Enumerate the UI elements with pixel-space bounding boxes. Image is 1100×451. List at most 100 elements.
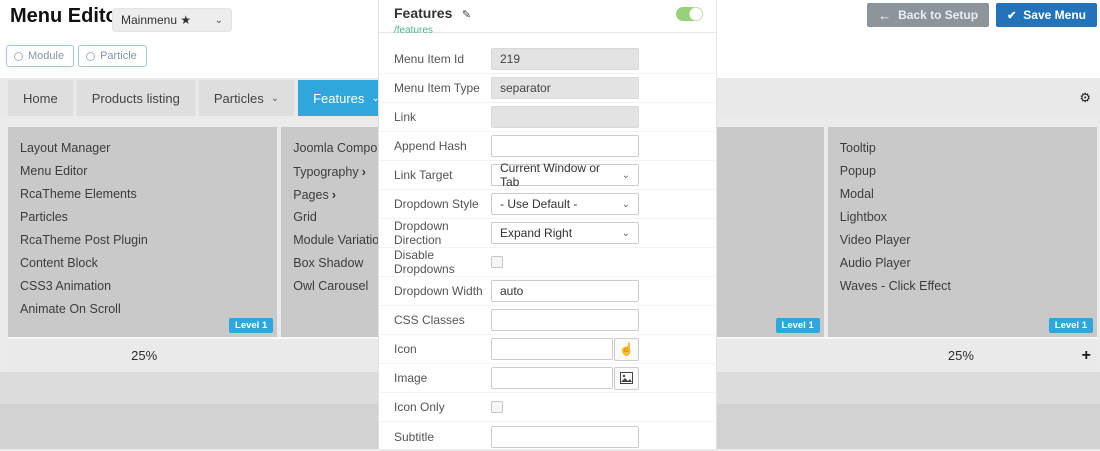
level-badge: Level 1	[1049, 318, 1093, 333]
save-menu-button[interactable]: ✔ Save Menu	[996, 3, 1097, 27]
select-value: - Use Default -	[500, 197, 577, 211]
particle-icon	[86, 52, 95, 61]
field-control	[491, 77, 639, 99]
field-control: - Use Default -⌄	[491, 193, 639, 215]
chevron-down-icon: ⌄	[271, 93, 279, 104]
field-label: Menu Item Id	[394, 52, 491, 66]
menu-item-video-player[interactable]: Video Player	[840, 229, 1085, 252]
dropdown-width-input[interactable]	[491, 280, 639, 302]
menu-item-layout-manager[interactable]: Layout Manager	[20, 137, 265, 160]
field-row-css-classes: CSS Classes	[379, 306, 716, 335]
field-row-dropdown-width: Dropdown Width	[379, 277, 716, 306]
column-width-cell-4[interactable]: 25%	[825, 339, 1097, 372]
chevron-down-icon: ⌄	[622, 228, 630, 239]
menu-item-css3-animation[interactable]: CSS3 Animation	[20, 275, 265, 298]
menu-item-label: Content Block	[20, 256, 98, 270]
settings-form: Menu Item IdMenu Item TypeLinkAppend Has…	[379, 45, 716, 451]
field-control: Current Window or Tab⌄	[491, 164, 639, 186]
field-control	[491, 106, 639, 128]
field-row-menu-item-id: Menu Item Id	[379, 45, 716, 74]
menu-column-1: Layout Manager Menu Editor RcaTheme Elemen…	[8, 127, 277, 337]
menu-item-waves-click-effect[interactable]: Waves - Click Effect	[840, 275, 1085, 298]
field-row-link: Link	[379, 103, 716, 132]
select-value: Current Window or Tab	[500, 161, 622, 189]
particle-drag-button[interactable]: Particle	[78, 45, 147, 67]
menu-item-label: Animate On Scroll	[20, 302, 121, 316]
tab-label: Features	[313, 91, 364, 106]
tab-home[interactable]: Home	[8, 80, 73, 116]
menu-item-label: Box Shadow	[293, 256, 363, 270]
field-row-icon: Icon☝	[379, 335, 716, 364]
menu-item-label: Owl Carousel	[293, 279, 368, 293]
enabled-toggle[interactable]	[676, 7, 703, 21]
particle-drag-label: Particle	[100, 50, 137, 62]
drag-button-group: Module Particle	[6, 45, 147, 67]
menu-item-menu-editor[interactable]: Menu Editor	[20, 160, 265, 183]
field-row-image: Image	[379, 364, 716, 393]
back-to-setup-label: Back to Setup	[898, 8, 978, 22]
link-target-select[interactable]: Current Window or Tab⌄	[491, 164, 639, 186]
panel-header: Features ✎ /features	[379, 0, 716, 33]
css-classes-input[interactable]	[491, 309, 639, 331]
menu-item-modal[interactable]: Modal	[840, 183, 1085, 206]
image-icon	[620, 372, 633, 384]
image-picker-button[interactable]	[614, 367, 639, 390]
level-badge: Level 1	[229, 318, 273, 333]
menu-item-particles[interactable]: Particles	[20, 206, 265, 229]
menu-item-audio-player[interactable]: Audio Player	[840, 252, 1085, 275]
menu-item-label: Video Player	[840, 233, 911, 247]
disable-dropdowns-checkbox[interactable]	[491, 256, 503, 268]
field-label: Dropdown Width	[394, 284, 491, 298]
menu-item-label: Typography	[293, 165, 358, 179]
back-to-setup-button[interactable]: ← Back to Setup	[867, 3, 989, 27]
tab-label: Home	[23, 91, 58, 106]
field-control	[491, 426, 639, 448]
chevron-right-icon: ›	[332, 187, 336, 202]
field-label: Disable Dropdowns	[394, 248, 491, 276]
menu-item-rcatheme-post-plugin[interactable]: RcaTheme Post Plugin	[20, 229, 265, 252]
field-label: Icon Only	[394, 400, 491, 414]
menu-item-label: RcaTheme Post Plugin	[20, 233, 148, 247]
header-actions: ← Back to Setup ✔ Save Menu	[867, 3, 1097, 27]
arrow-left-icon: ←	[878, 8, 891, 23]
field-label: Dropdown Style	[394, 197, 491, 211]
field-row-dropdown-style: Dropdown Style- Use Default -⌄	[379, 190, 716, 219]
tab-products-listing[interactable]: Products listing	[77, 80, 195, 116]
field-row-subtitle: Subtitle	[379, 422, 716, 451]
menu-item-label: CSS3 Animation	[20, 279, 111, 293]
icon-only-checkbox[interactable]	[491, 401, 503, 413]
subtitle-input[interactable]	[491, 426, 639, 448]
append-hash-input[interactable]	[491, 135, 639, 157]
field-label: Append Hash	[394, 139, 491, 153]
pencil-icon[interactable]: ✎	[462, 9, 471, 21]
column-width-cell-1[interactable]: 25%	[8, 339, 280, 372]
menu-item-label: Menu Editor	[20, 164, 87, 178]
field-label: Link Target	[394, 168, 491, 182]
dropdown-style-select[interactable]: - Use Default -⌄	[491, 193, 639, 215]
field-label: Link	[394, 110, 491, 124]
image-input[interactable]	[491, 367, 613, 389]
dropdown-direction-select[interactable]: Expand Right⌄	[491, 222, 639, 244]
icon-picker-button[interactable]: ☝	[614, 338, 639, 361]
tab-particles[interactable]: Particles⌄	[199, 80, 294, 116]
menu-item-settings-panel: Features ✎ /features Menu Item IdMenu It…	[378, 0, 717, 449]
field-control	[491, 367, 639, 390]
menu-selector-dropdown[interactable]: Mainmenu ★ ⌄	[112, 8, 232, 32]
menu-item-label: Audio Player	[840, 256, 911, 270]
add-column-button[interactable]: +	[1082, 347, 1091, 365]
menu-item-lightbox[interactable]: Lightbox	[840, 206, 1085, 229]
field-label: Image	[394, 371, 491, 385]
save-menu-label: Save Menu	[1023, 8, 1086, 22]
icon-input[interactable]	[491, 338, 613, 360]
gear-icon[interactable]: ⚙	[1079, 90, 1091, 106]
module-drag-button[interactable]: Module	[6, 45, 74, 67]
field-label: Subtitle	[394, 430, 491, 444]
menu-item-content-block[interactable]: Content Block	[20, 252, 265, 275]
menu-column-4: TooltipPopupModalLightbox Video Player Aud…	[828, 127, 1097, 337]
menu-item-animate-on-scroll[interactable]: Animate On Scroll	[20, 298, 265, 321]
menu-item-rcatheme-elements[interactable]: RcaTheme Elements	[20, 183, 265, 206]
field-row-link-target: Link TargetCurrent Window or Tab⌄	[379, 161, 716, 190]
menu-item-tooltip[interactable]: Tooltip	[840, 137, 1085, 160]
menu-item-popup[interactable]: Popup	[840, 160, 1085, 183]
column-width-label: 25%	[948, 348, 974, 363]
